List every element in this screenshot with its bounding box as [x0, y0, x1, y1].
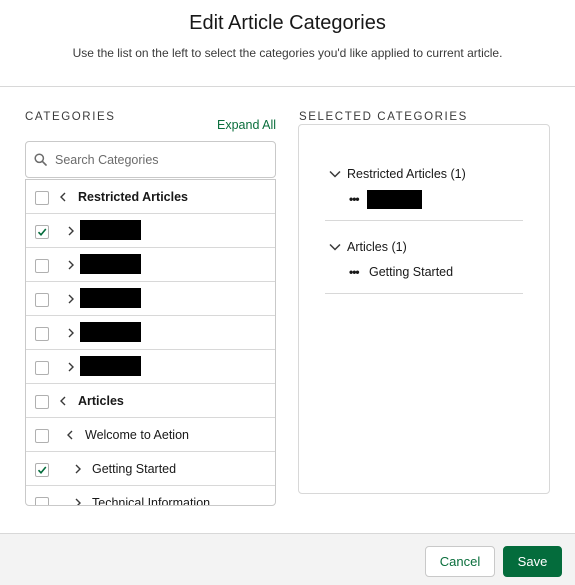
redacted-label	[80, 254, 141, 274]
group-divider	[325, 293, 523, 294]
chevron-right-icon[interactable]	[74, 498, 82, 506]
search-box	[25, 141, 276, 178]
chevron-right-icon[interactable]	[67, 260, 75, 270]
category-checkbox[interactable]	[35, 497, 49, 505]
selected-categories-panel: Restricted Articles (1) ••• Articles (1)…	[298, 124, 550, 494]
category-checkbox[interactable]	[35, 191, 49, 205]
category-tree: Restricted Articles Articles Welcome to …	[25, 179, 276, 506]
category-label: Articles	[78, 394, 124, 408]
more-actions-icon[interactable]: •••	[349, 265, 360, 279]
tree-row-welcome-to-aetion: Welcome to Aetion	[26, 418, 275, 452]
chevron-right-icon[interactable]	[67, 362, 75, 372]
redacted-label	[80, 220, 141, 240]
tree-row-getting-started: Getting Started	[26, 452, 275, 486]
more-actions-icon[interactable]: •••	[349, 192, 360, 206]
category-label: Welcome to Aetion	[85, 428, 189, 442]
category-checkbox-checked[interactable]	[35, 225, 49, 239]
chevron-right-icon[interactable]	[67, 294, 75, 304]
chevron-down-icon[interactable]	[329, 170, 341, 178]
category-checkbox-checked[interactable]	[35, 463, 49, 477]
tree-row-articles: Articles	[26, 384, 275, 418]
selected-group-label: Articles (1)	[347, 240, 407, 254]
modal-footer: Cancel Save	[0, 533, 575, 585]
expand-all-link[interactable]: Expand All	[217, 118, 276, 132]
checkmark-icon	[37, 228, 47, 237]
category-label: Getting Started	[92, 462, 177, 476]
modal-subtitle: Use the list on the left to select the c…	[72, 46, 503, 60]
category-checkbox[interactable]	[35, 361, 49, 375]
categories-heading: CATEGORIES	[25, 111, 116, 123]
category-label: Technical Information	[92, 496, 211, 506]
tree-row-restricted-articles: Restricted Articles	[26, 180, 275, 214]
chevron-right-icon[interactable]	[74, 464, 82, 474]
redacted-label	[80, 356, 141, 376]
selected-categories-heading: SELECTED CATEGORIES	[299, 111, 468, 123]
chevron-down-icon[interactable]	[329, 243, 341, 251]
tree-row-redacted	[26, 350, 275, 384]
tree-row-redacted	[26, 248, 275, 282]
selected-item-label: Getting Started	[369, 265, 454, 279]
category-checkbox[interactable]	[35, 259, 49, 273]
chevron-right-icon[interactable]	[67, 226, 75, 236]
redacted-label	[80, 322, 141, 342]
save-button[interactable]: Save	[503, 546, 562, 577]
chevron-left-icon[interactable]	[59, 192, 67, 202]
cancel-button[interactable]: Cancel	[425, 546, 495, 577]
modal-title: Edit Article Categories	[189, 12, 386, 34]
tree-row-technical-information: Technical Information	[26, 486, 275, 506]
chevron-left-icon[interactable]	[66, 430, 74, 440]
selected-group-label: Restricted Articles (1)	[347, 167, 466, 181]
chevron-left-icon[interactable]	[59, 396, 67, 406]
checkmark-icon	[37, 466, 47, 475]
category-checkbox[interactable]	[35, 395, 49, 409]
category-label: Restricted Articles	[78, 190, 188, 204]
search-icon	[34, 153, 47, 166]
group-divider	[325, 220, 523, 221]
category-checkbox[interactable]	[35, 293, 49, 307]
redacted-label	[80, 288, 141, 308]
redacted-selected-item	[367, 190, 422, 209]
search-input[interactable]	[55, 150, 265, 170]
tree-row-redacted	[26, 214, 275, 248]
category-checkbox[interactable]	[35, 327, 49, 341]
modal-header: Edit Article Categories Use the list on …	[0, 0, 575, 87]
tree-row-redacted	[26, 282, 275, 316]
category-checkbox[interactable]	[35, 429, 49, 443]
chevron-right-icon[interactable]	[67, 328, 75, 338]
tree-row-redacted	[26, 316, 275, 350]
